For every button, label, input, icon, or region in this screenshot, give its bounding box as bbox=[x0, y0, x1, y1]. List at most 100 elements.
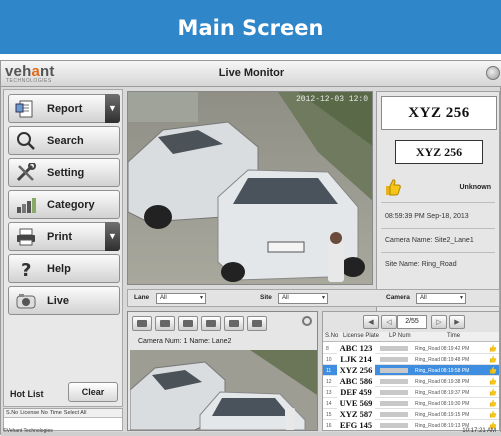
row-lp-num-blur bbox=[380, 379, 408, 384]
col-license-plate[interactable]: License Plate bbox=[343, 333, 379, 339]
row-site: Ring_Road bbox=[415, 401, 441, 407]
printer-icon bbox=[17, 228, 35, 246]
page-counter: 2/55 bbox=[397, 315, 427, 329]
help-button[interactable]: ? Help bbox=[8, 254, 120, 283]
thumbs-up-icon bbox=[489, 377, 497, 385]
row-time: 08:19:48 PM bbox=[441, 357, 470, 363]
camera-select-icon[interactable] bbox=[132, 316, 152, 331]
row-site: Ring_Road bbox=[415, 346, 441, 352]
category-icon bbox=[17, 198, 36, 213]
col-lp-num[interactable]: LP Num bbox=[389, 333, 411, 339]
row-lp-num-blur bbox=[380, 401, 408, 406]
setting-button[interactable]: Setting bbox=[8, 158, 120, 187]
first-page-icon[interactable]: ◀ bbox=[363, 315, 379, 329]
records-panel: ◀ ◁ 2/55 ▷ ▶ S.No License Plate LP Num T… bbox=[322, 311, 500, 431]
report-button[interactable]: Report ▼ bbox=[8, 94, 120, 123]
divider bbox=[381, 202, 495, 203]
records-header: S.No License Plate LP Num Time bbox=[323, 332, 499, 342]
row-sno: 8 bbox=[326, 346, 329, 352]
traffic-scene-image bbox=[128, 92, 372, 284]
row-sno: 13 bbox=[326, 390, 332, 396]
last-page-icon[interactable]: ▶ bbox=[449, 315, 465, 329]
main-camera-feed[interactable]: 2012-12-03 12:0 bbox=[127, 91, 373, 285]
report-dropdown-icon[interactable]: ▼ bbox=[105, 94, 120, 123]
question-icon: ? bbox=[21, 260, 31, 279]
search-label: Search bbox=[47, 135, 84, 147]
category-button[interactable]: Category bbox=[8, 190, 120, 219]
table-row[interactable]: 11 XYZ 256 Ring_Road 08:19:58 PM bbox=[323, 365, 499, 376]
table-row[interactable]: 8 ABC 123 Ring_Road 08:19:42 PM bbox=[323, 343, 499, 354]
prev-page-icon[interactable]: ◁ bbox=[381, 315, 397, 329]
row-plate-image: XYZ 587 bbox=[337, 409, 375, 420]
row-site: Ring_Road bbox=[415, 423, 441, 429]
thumbs-up-icon bbox=[489, 366, 497, 374]
gear-icon[interactable] bbox=[302, 316, 312, 326]
row-lp-num-blur bbox=[380, 423, 408, 428]
lane-select[interactable]: All ▼ bbox=[156, 293, 206, 304]
print-label: Print bbox=[47, 231, 73, 243]
report-icon bbox=[15, 100, 33, 118]
camera-select-icon[interactable] bbox=[224, 316, 244, 331]
page-banner: Main Screen bbox=[0, 0, 501, 56]
plate-image-large: XYZ 256 bbox=[381, 96, 497, 130]
row-site: Ring_Road bbox=[415, 390, 441, 396]
camera-timestamp: 2012-12-03 12:0 bbox=[295, 95, 368, 104]
row-time: 08:19:58 PM bbox=[441, 368, 470, 374]
divider bbox=[381, 252, 495, 253]
clear-button[interactable]: Clear bbox=[68, 382, 118, 402]
search-icon bbox=[17, 132, 35, 150]
search-button[interactable]: Search bbox=[8, 126, 120, 155]
hotlist-col-sno[interactable]: S.No bbox=[6, 410, 18, 416]
table-row[interactable]: 10 LJK 214 Ring_Road 08:19:48 PM bbox=[323, 354, 499, 365]
camera-label: Camera bbox=[386, 294, 410, 301]
row-time: 08:19:37 PM bbox=[441, 390, 470, 396]
camera-caption: Camera Num: 1 Name: Lane2 bbox=[138, 338, 232, 345]
camera-select-icon[interactable] bbox=[201, 316, 221, 331]
category-label: Category bbox=[47, 199, 95, 211]
pagination: ◀ ◁ 2/55 ▷ ▶ bbox=[323, 312, 499, 332]
row-sno: 11 bbox=[326, 368, 332, 374]
row-sno: 16 bbox=[326, 423, 332, 429]
window-close-icon[interactable] bbox=[486, 66, 500, 80]
thumbs-up-icon bbox=[489, 410, 497, 418]
table-row[interactable]: 14 UVE 569 Ring_Road 08:19:30 PM bbox=[323, 398, 499, 409]
hotlist-label: Hot List bbox=[10, 389, 44, 399]
row-lp-num-blur bbox=[380, 368, 408, 373]
row-lp-num-blur bbox=[380, 346, 408, 351]
site-label: Site bbox=[260, 294, 272, 301]
row-plate-image: LJK 214 bbox=[337, 354, 375, 365]
table-row[interactable]: 12 ABC 586 Ring_Road 08:19:38 PM bbox=[323, 376, 499, 387]
camera-select-icon[interactable] bbox=[178, 316, 198, 331]
sidebar: Report ▼ Search Setting Category Print ▼… bbox=[3, 89, 123, 407]
table-row[interactable]: 15 XYZ 587 Ring_Road 08:19:15 PM bbox=[323, 409, 499, 420]
status-bar bbox=[1, 432, 501, 436]
live-button[interactable]: Live bbox=[8, 286, 120, 315]
camera-select-icon[interactable] bbox=[247, 316, 267, 331]
next-page-icon[interactable]: ▷ bbox=[431, 315, 447, 329]
col-time[interactable]: Time bbox=[447, 333, 460, 339]
chevron-down-icon: ▼ bbox=[199, 295, 204, 301]
hotlist-col-select-all[interactable]: Select All bbox=[64, 410, 87, 416]
row-plate-image: DEF 459 bbox=[337, 387, 375, 398]
report-label: Report bbox=[47, 103, 83, 115]
camera-select-icon[interactable] bbox=[155, 316, 175, 331]
table-row[interactable]: 13 DEF 459 Ring_Road 08:19:37 PM bbox=[323, 387, 499, 398]
row-sno: 12 bbox=[326, 379, 332, 385]
lane-label: Lane bbox=[134, 294, 150, 301]
hotlist-col-time[interactable]: Time bbox=[50, 410, 62, 416]
hotlist-col-license[interactable]: License No bbox=[20, 410, 48, 416]
thumbs-up-icon bbox=[489, 344, 497, 352]
camera-select[interactable]: All ▼ bbox=[416, 293, 466, 304]
site-select[interactable]: All ▼ bbox=[278, 293, 328, 304]
thumbs-up-icon bbox=[489, 399, 497, 407]
row-plate-image: UVE 569 bbox=[337, 398, 375, 409]
title-bar: vehant TECHNOLOGIES Live Monitor bbox=[1, 61, 501, 87]
print-dropdown-icon[interactable]: ▼ bbox=[105, 222, 120, 251]
window-title: Live Monitor bbox=[218, 67, 285, 79]
detection-info-panel: XYZ 256 XYZ 256 Unknown 08:59:39 PM Sep-… bbox=[376, 91, 500, 313]
col-sno[interactable]: S.No bbox=[325, 333, 338, 339]
row-site: Ring_Road bbox=[415, 368, 441, 374]
print-button[interactable]: Print ▼ bbox=[8, 222, 120, 251]
thumbs-up-icon bbox=[489, 355, 497, 363]
secondary-camera-feed[interactable]: Camera Num: 1 Name: Lane2 bbox=[127, 311, 318, 431]
